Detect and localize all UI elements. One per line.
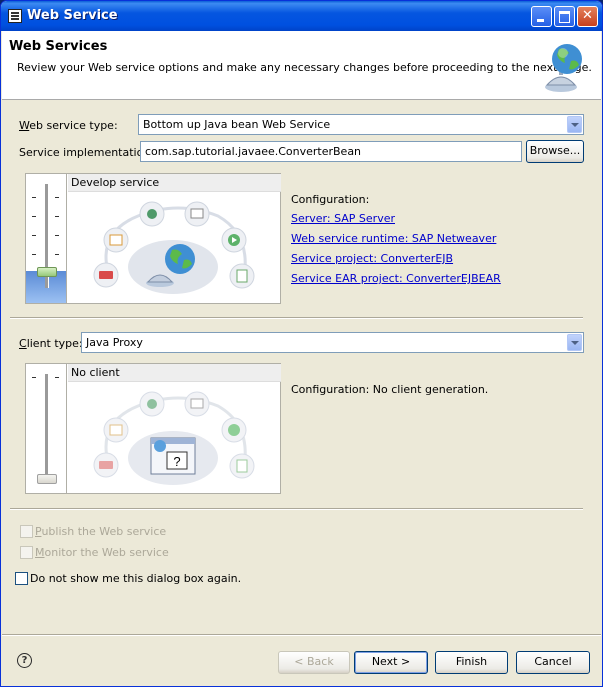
window-title: Web Service	[27, 8, 118, 23]
separator	[10, 317, 583, 319]
web-service-type-label: Web service type:	[19, 119, 118, 132]
web-service-type-value: Bottom up Java bean Web Service	[143, 118, 331, 131]
service-slider[interactable]	[26, 174, 67, 303]
monitor-checkbox[interactable]	[20, 546, 33, 559]
slider-rail	[45, 374, 49, 478]
do-not-show-label: Do not show me this dialog box again.	[30, 572, 242, 585]
slider-tick	[32, 197, 36, 198]
service-implementation-label: Service implementation:	[19, 146, 155, 159]
cancel-button[interactable]: Cancel	[516, 651, 590, 674]
close-button[interactable]: ✕	[577, 6, 598, 27]
service-project-link[interactable]: Service project: ConverterEJB	[291, 252, 453, 265]
web-service-dialog: Web Service ✕ Web Services Review your W…	[0, 0, 603, 687]
chevron-down-icon[interactable]	[567, 116, 582, 133]
server-link[interactable]: Server: SAP Server	[291, 212, 395, 225]
client-type-value: Java Proxy	[86, 336, 143, 349]
web-service-type-select[interactable]: Bottom up Java bean Web Service	[138, 114, 584, 135]
client-slider[interactable]	[26, 364, 67, 493]
web-service-runtime-link[interactable]: Web service runtime: SAP Netweaver	[291, 232, 496, 245]
slider-tick	[32, 235, 36, 236]
wizard-header: Web Services Review your Web service opt…	[2, 31, 601, 100]
slider-tick	[32, 216, 36, 217]
service-ear-project-link[interactable]: Service EAR project: ConverterEJBEAR	[291, 272, 501, 285]
client-configuration-text: Configuration: No client generation.	[291, 383, 489, 396]
client-scale-panel: No client ?	[25, 363, 281, 494]
slider-tick	[32, 377, 36, 378]
separator	[10, 508, 583, 510]
slider-tick	[55, 254, 59, 255]
web-services-globe-icon	[545, 44, 582, 92]
next-button[interactable]: Next >	[354, 651, 428, 674]
slider-tick	[55, 197, 59, 198]
slider-tick	[55, 216, 59, 217]
minimize-button[interactable]	[531, 6, 552, 27]
no-client-diagram: ?	[93, 391, 255, 485]
back-button[interactable]: < Back	[278, 651, 350, 674]
develop-service-diagram	[93, 201, 255, 294]
help-icon[interactable]: ?	[17, 653, 32, 668]
service-configuration-label: Configuration:	[291, 193, 370, 206]
svg-text:?: ?	[173, 454, 180, 469]
monitor-label: Monitor the Web service	[35, 546, 169, 559]
page-description: Review your Web service options and make…	[17, 61, 592, 74]
finish-button[interactable]: Finish	[435, 651, 508, 674]
publish-checkbox[interactable]	[20, 525, 33, 538]
service-stage-title: Develop service	[68, 174, 281, 192]
slider-tick	[32, 254, 36, 255]
service-implementation-field[interactable]: com.sap.tutorial.javaee.ConverterBean	[140, 141, 522, 162]
client-type-select[interactable]: Java Proxy	[81, 332, 584, 353]
slider-tick	[55, 235, 59, 236]
client-type-label: Client type:	[19, 337, 83, 350]
footer-separator	[2, 634, 601, 636]
client-slider-thumb[interactable]	[37, 474, 57, 484]
slider-tick	[55, 377, 59, 378]
title-bar[interactable]: Web Service ✕	[1, 1, 602, 31]
service-slider-thumb[interactable]	[37, 267, 57, 277]
client-stage-title: No client	[68, 364, 281, 382]
page-title: Web Services	[9, 39, 108, 54]
maximize-button[interactable]	[554, 6, 575, 27]
app-icon	[8, 9, 22, 23]
publish-label: Publish the Web service	[35, 525, 167, 538]
service-scale-panel: Develop service	[25, 173, 281, 304]
do-not-show-checkbox[interactable]	[15, 572, 28, 585]
browse-button[interactable]: Browse...	[526, 140, 584, 163]
chevron-down-icon[interactable]	[567, 334, 582, 351]
